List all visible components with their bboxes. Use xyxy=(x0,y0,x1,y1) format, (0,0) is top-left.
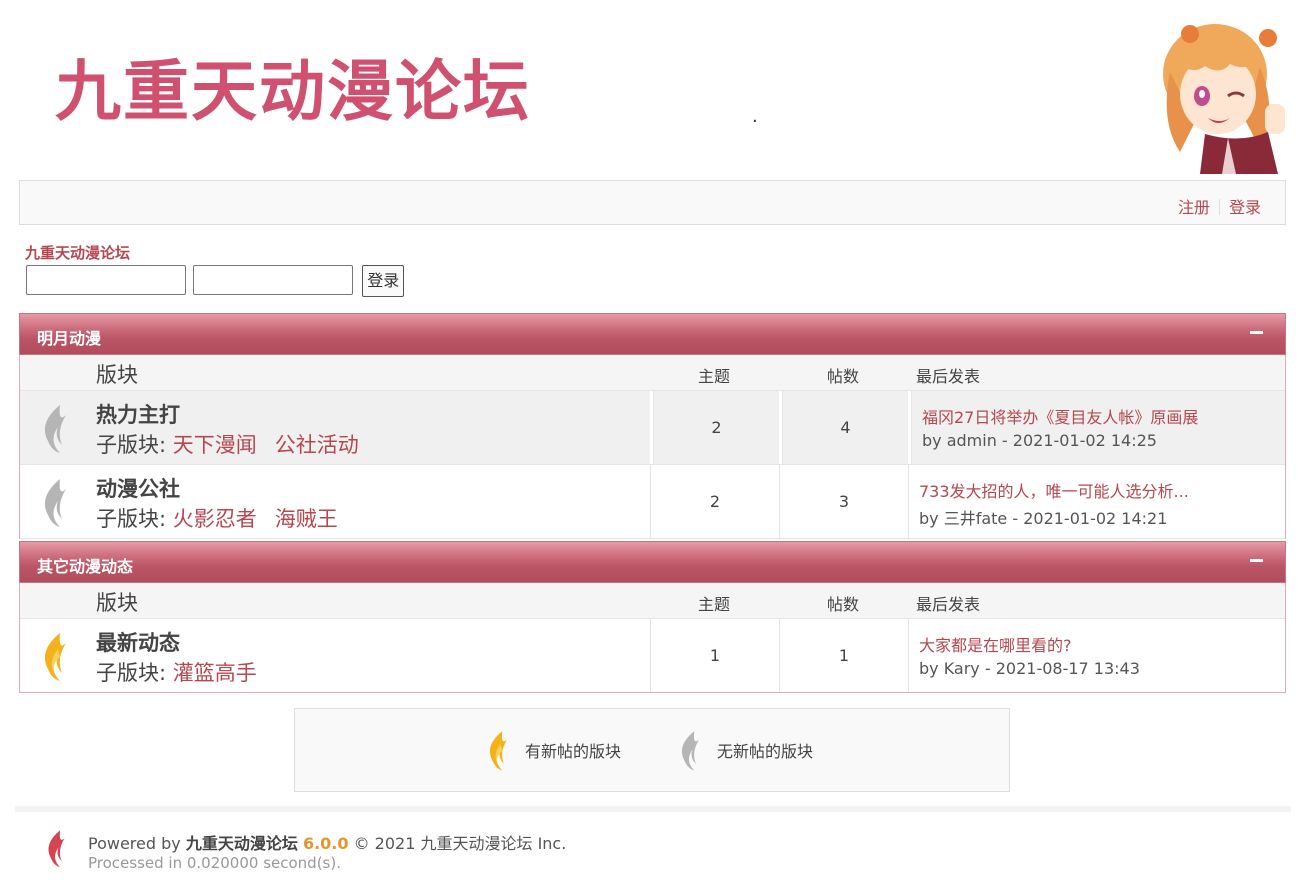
category-title: 其它动漫动态 xyxy=(37,557,134,576)
topic-count: 2 xyxy=(653,391,779,464)
flame-old-icon xyxy=(44,405,66,453)
column-forum: 版块 xyxy=(96,363,138,387)
subforum-link[interactable]: 公社活动 xyxy=(275,433,359,457)
register-link[interactable]: 注册 xyxy=(1178,198,1210,217)
last-post-link[interactable]: 733发大招的人，唯一可能人选分析... xyxy=(919,478,1285,502)
password-input[interactable] xyxy=(193,265,354,295)
collapse-icon[interactable] xyxy=(1250,331,1263,334)
icon-legend: 有新帖的版块 无新帖的版块 xyxy=(294,708,1010,792)
subforums-label: 子版块: xyxy=(96,661,173,685)
forum-name-link[interactable]: 动漫公社 xyxy=(96,473,180,503)
mascot-image xyxy=(1163,24,1285,174)
subforum-link[interactable]: 海贼王 xyxy=(275,507,338,531)
subforum-link[interactable]: 灌篮高手 xyxy=(173,661,257,685)
flame-new-icon xyxy=(489,731,508,771)
subforums: 子版块: 火影忍者 海贼王 xyxy=(96,503,356,533)
subforum-link[interactable]: 天下漫闻 xyxy=(173,433,257,457)
forum-row: 动漫公社 子版块: 火影忍者 海贼王 2 3 733发大招的人，唯一可能人选分析.… xyxy=(20,465,1285,539)
powered-by-label: Powered by xyxy=(88,834,181,853)
subforums: 子版块: 灌篮高手 xyxy=(96,657,275,687)
legend-new: 有新帖的版块 xyxy=(481,723,621,777)
header-dot: . xyxy=(752,106,758,127)
footer-divider xyxy=(15,806,1291,812)
flame-logo-icon xyxy=(48,830,65,868)
post-count: 1 xyxy=(779,619,908,692)
version: 6.0.0 xyxy=(302,834,349,853)
last-post-meta: by 三井fate - 2021-01-02 14:21 xyxy=(919,509,1168,528)
login-form: 登录 xyxy=(26,265,405,297)
topic-count: 2 xyxy=(650,465,779,538)
subforums: 子版块: 天下漫闻 公社活动 xyxy=(96,429,377,459)
column-topics: 主题 xyxy=(698,367,731,386)
subforums-label: 子版块: xyxy=(96,433,173,457)
breadcrumb-home-link[interactable]: 九重天动漫论坛 xyxy=(25,242,130,263)
footer-site-link[interactable]: 九重天动漫论坛 xyxy=(186,834,298,853)
collapse-icon[interactable] xyxy=(1250,559,1263,562)
flame-old-icon xyxy=(681,731,700,771)
column-forum: 版块 xyxy=(96,591,138,615)
forum-table: 版块 主题 帖数 最后发表 热力主打 子版块: 天下漫闻 公社活动 2 4 福冈2… xyxy=(19,355,1286,539)
legend-no-new: 无新帖的版块 xyxy=(673,723,813,777)
category-header: 明月动漫 xyxy=(19,313,1286,355)
login-link[interactable]: 登录 xyxy=(1229,198,1261,217)
last-post-meta: by admin - 2021-01-02 14:25 xyxy=(922,431,1157,450)
forum-table: 版块 主题 帖数 最后发表 最新动态 子版块: 灌篮高手 1 1 大家都是在哪里… xyxy=(19,583,1286,693)
subforums-label: 子版块: xyxy=(96,507,173,531)
topic-count: 1 xyxy=(650,619,779,692)
top-nav: 注册 登录 xyxy=(19,180,1286,225)
forum-row: 最新动态 子版块: 灌篮高手 1 1 大家都是在哪里看的? by Kary - … xyxy=(20,619,1285,692)
category-title: 明月动漫 xyxy=(37,329,102,348)
last-post-link[interactable]: 福冈27日将举办《夏目友人帐》原画展 xyxy=(922,404,1285,428)
last-post-meta: by Kary - 2021-08-17 13:43 xyxy=(919,659,1140,678)
last-post-link[interactable]: 大家都是在哪里看的? xyxy=(919,632,1285,656)
column-posts: 帖数 xyxy=(827,595,860,614)
column-last-post: 最后发表 xyxy=(916,367,981,386)
column-posts: 帖数 xyxy=(827,367,860,386)
subforum-link[interactable]: 火影忍者 xyxy=(173,507,257,531)
column-last-post: 最后发表 xyxy=(916,595,981,614)
flame-new-icon xyxy=(44,633,66,681)
site-logo[interactable]: 九重天动漫论坛 xyxy=(55,52,531,132)
post-count: 4 xyxy=(782,391,908,464)
processed-time: Processed in 0.020000 second(s). xyxy=(88,854,341,872)
forum-name-link[interactable]: 热力主打 xyxy=(96,399,180,429)
powered-by: Powered by 九重天动漫论坛 6.0.0 © 2021 九重天动漫论坛 … xyxy=(88,830,566,854)
forum-name-link[interactable]: 最新动态 xyxy=(96,627,180,657)
forum-row: 热力主打 子版块: 天下漫闻 公社活动 2 4 福冈27日将举办《夏目友人帐》原画… xyxy=(20,391,1285,465)
legend-no-new-label: 无新帖的版块 xyxy=(717,742,814,761)
username-input[interactable] xyxy=(26,265,186,295)
column-topics: 主题 xyxy=(698,595,731,614)
category-header: 其它动漫动态 xyxy=(19,541,1286,583)
post-count: 3 xyxy=(779,465,908,538)
legend-new-label: 有新帖的版块 xyxy=(525,742,622,761)
nav-separator xyxy=(1218,199,1220,215)
login-submit-button[interactable]: 登录 xyxy=(362,265,405,297)
flame-old-icon xyxy=(44,479,66,527)
table-header: 版块 主题 帖数 最后发表 xyxy=(20,355,1285,391)
copyright: © 2021 九重天动漫论坛 Inc. xyxy=(353,834,567,853)
table-header: 版块 主题 帖数 最后发表 xyxy=(20,583,1285,619)
